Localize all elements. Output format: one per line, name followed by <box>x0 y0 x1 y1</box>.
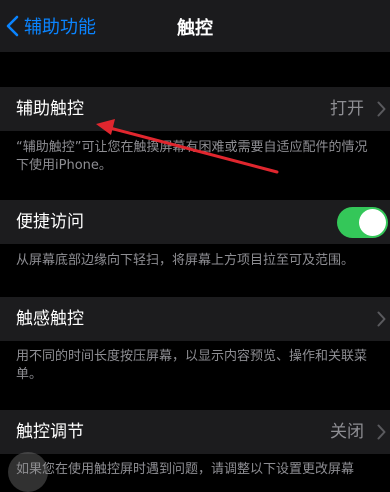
page-title: 触控 <box>177 18 213 39</box>
touch-accommodations-value: 关闭 <box>330 422 364 442</box>
haptic-touch-label: 触感触控 <box>16 309 84 329</box>
reachability-row: 便捷访问 <box>0 200 390 244</box>
assistive-touch-label: 辅助触控 <box>16 99 84 119</box>
touch-accommodations-footer: 如果您在使用触控屏时遇到问题，请调整以下设置更改屏幕 <box>16 462 355 477</box>
reachability-label: 便捷访问 <box>16 212 84 232</box>
touch-accommodations-row[interactable]: 触控调节 关闭 <box>0 410 390 454</box>
reachability-toggle[interactable] <box>337 207 388 238</box>
chevron-right-icon <box>377 311 386 327</box>
assistive-touch-value: 打开 <box>330 99 364 119</box>
touch-accommodations-label: 触控调节 <box>16 422 84 442</box>
assistive-touch-row[interactable]: 辅助触控 打开 <box>0 87 390 131</box>
chevron-right-icon <box>377 424 386 440</box>
reachability-footer: 从屏幕底部边缘向下轻扫，将屏幕上方项目拉至可及范围。 <box>16 253 355 268</box>
toggle-knob <box>359 209 386 236</box>
assistive-touch-footer: “辅助触控”可让您在触摸屏幕有困难或需要自适应配件的情况下使用iPhone。 <box>16 140 368 173</box>
haptic-touch-footer: 用不同的时间长度按压屏幕，以显示内容预览、操作和关联菜单。 <box>16 349 368 382</box>
navigation-bar: 辅助功能 触控 <box>0 0 390 52</box>
haptic-touch-row[interactable]: 触感触控 <box>0 297 390 341</box>
chevron-right-icon <box>377 101 386 117</box>
assistive-touch-floating-button[interactable] <box>8 452 48 492</box>
